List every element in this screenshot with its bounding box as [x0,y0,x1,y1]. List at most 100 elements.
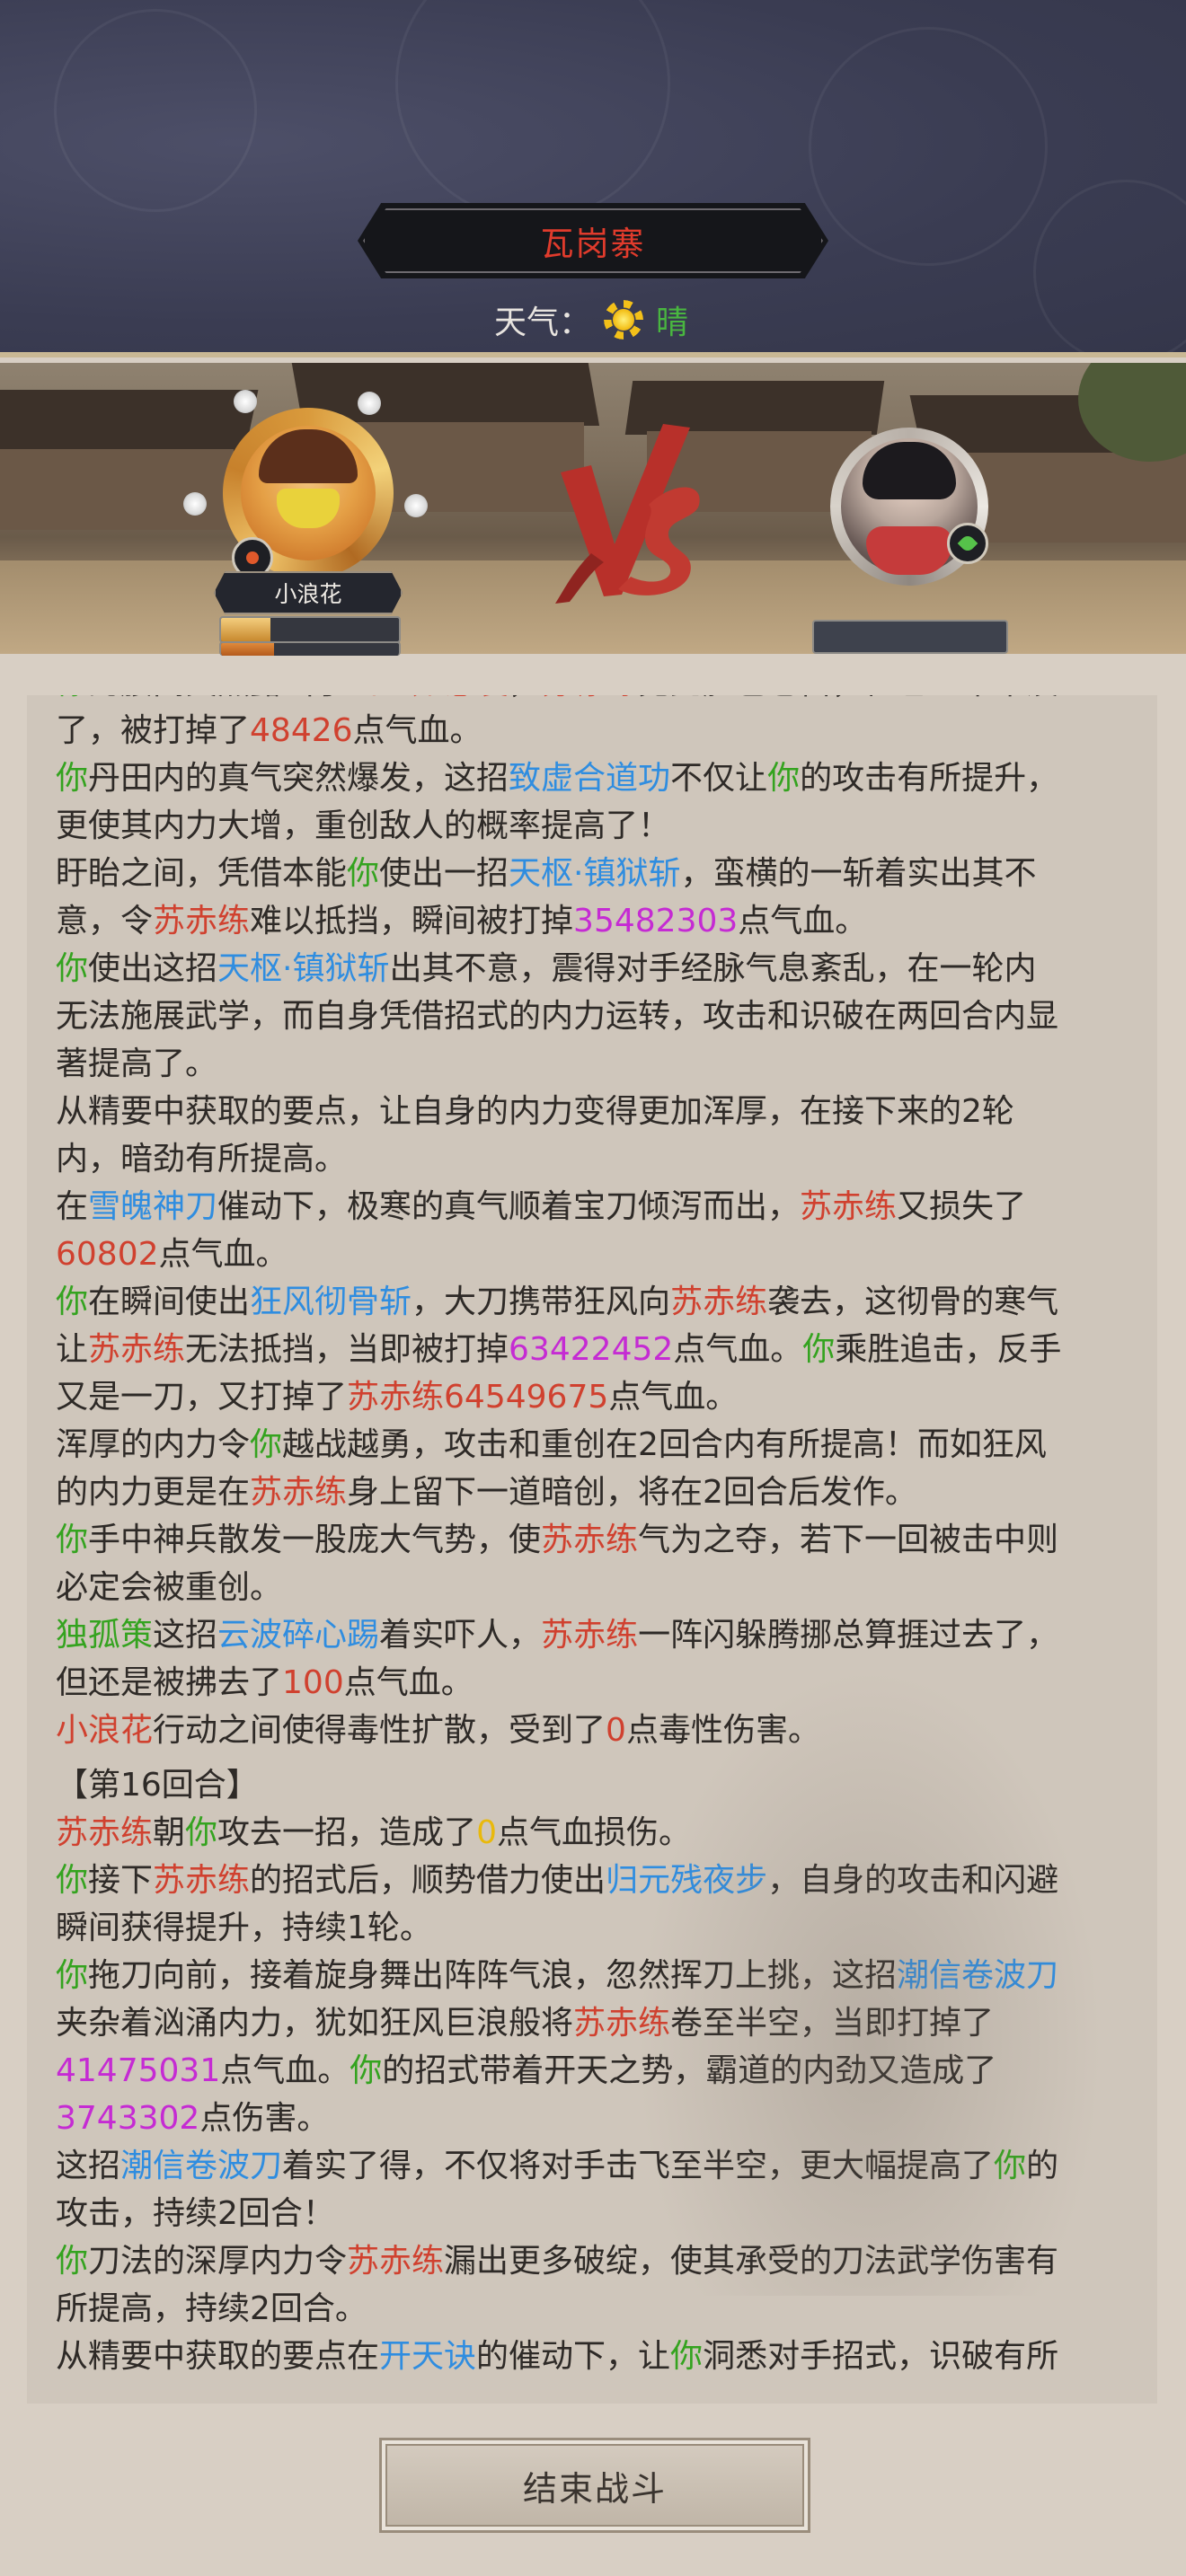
header-divider [0,352,1186,357]
log-segment: 苏赤练 [541,1522,639,1558]
log-segment: 苏赤练 [670,1284,768,1320]
log-segment: 著提高了。 [56,1045,218,1082]
log-segment: 点气血。 [343,1664,474,1701]
log-segment: 你 [56,1522,89,1558]
log-segment: 一阵闪躲腾挪总算捱过去了， [638,1617,1059,1654]
log-segment: 在 [56,1188,89,1225]
log-segment: 点气血。 [608,1379,739,1416]
log-line: 无法施展武学，而自身凭借招式的内力运转，攻击和识破在两回合内显 [56,992,1132,1040]
log-segment: ， [509,695,541,701]
log-segment: 朝 [153,1814,186,1851]
log-line: 内，暗劲有所提高。 [56,1135,1132,1183]
log-segment: 接下 [88,1862,154,1899]
log-segment: 雪魄神刀 [88,1188,218,1225]
player-mp-fill [221,643,275,656]
log-segment: 盱眙之间，凭借本能 [56,855,348,892]
log-line: 瞬间获得提升，持续1轮。 [56,1904,1132,1952]
battle-log-panel[interactable]: 你的腰间突然露出了飞蝗如意囊，苏赤练见此脸色苍白，但已经来不及了，被打掉了484… [27,695,1157,2404]
log-segment: 难以抵挡，瞬间被打掉 [250,903,574,940]
log-segment: 飞蝗如意囊 [347,695,509,701]
log-segment: 35482303 [573,903,739,940]
log-segment: 浑厚的内力令 [56,1426,251,1463]
log-line: 夹杂着汹涌内力，犹如狂风巨浪般将苏赤练卷至半空，当即打掉了 [56,1999,1132,2047]
log-line: 又是一刀，又打掉了苏赤练64549675点气血。 [56,1373,1132,1421]
log-segment: 你 [56,1862,89,1899]
log-segment: 狂风彻骨斩 [250,1284,412,1320]
vs-icon [555,424,700,604]
log-segment: 着实了得，不仅将对手击飞至半空，更大幅提高了 [282,2148,995,2184]
log-segment: 攻击，持续2回合！ [56,2195,335,2232]
log-segment: 必定会被重创。 [56,1569,283,1606]
log-segment: 更使其内力大增，重创敌人的概率提高了！ [56,807,671,844]
log-segment: 0 [606,1712,626,1749]
log-line: 60802点气血。 [56,1231,1132,1278]
log-segment: 不仅让 [670,760,768,797]
log-line: 苏赤练朝你攻去一招，造成了0点气血损伤。 [56,1809,1132,1857]
log-segment: 你 [347,855,380,892]
buff-orb-icon [404,494,428,517]
log-segment: ，蛮横的一斩着实出其不 [680,855,1037,892]
log-line: 你的腰间突然露出了飞蝗如意囊，苏赤练见此脸色苍白，但已经来不及 [56,695,1132,707]
log-line: 了，被打掉了48426点气血。 [56,707,1132,754]
log-segment: 点气血。 [738,903,868,940]
log-segment: 苏赤练 [541,695,638,701]
log-segment: 瞬间获得提升，持续1轮。 [56,1910,432,1946]
log-segment: 又是一刀，又打掉了 [56,1379,348,1416]
log-line: 你使出这招天枢·镇狱斩出其不意，震得对手经脉气息紊乱，在一轮内 [56,945,1132,992]
end-battle-label: 结束战斗 [522,2468,667,2509]
log-segment: 你 [56,2243,89,2280]
log-segment: 苏赤练 [56,1814,154,1851]
log-line: 小浪花行动之间使得毒性扩散，受到了0点毒性伤害。 [56,1707,1132,1754]
decor-swirl [1033,180,1186,357]
log-line: 独孤策这招云波碎心踢着实吓人，苏赤练一阵闪躲腾挪总算捱过去了， [56,1611,1132,1659]
log-segment: 【第16回合】 [56,1767,259,1804]
decor-swirl [809,27,1048,266]
log-segment: 苏赤练 [88,1331,186,1368]
log-segment: 丹田内的真气突然爆发，这招 [88,760,509,797]
log-segment: 所提高，持续2回合。 [56,2290,367,2327]
log-segment: 点伤害。 [199,2100,330,2137]
end-battle-button[interactable]: 结束战斗 [379,2438,810,2533]
log-segment: 苏赤练 [250,1474,348,1511]
enemy-hp-bar [812,620,1008,654]
log-line: 你丹田内的真气突然爆发，这招致虚合道功不仅让你的攻击有所提升， [56,754,1132,802]
log-line: 让苏赤练无法抵挡，当即被打掉63422452点气血。你乘胜追击，反手 [56,1326,1132,1373]
decor-swirl [395,0,670,221]
log-segment: 拖刀向前，接着旋身舞出阵阵气浪，忽然挥刀上挑，这招 [88,1957,898,1994]
player-name: 小浪花 [274,581,342,607]
log-line: 3743302点伤害。 [56,2095,1132,2142]
log-segment: 的招式带着开天之势，霸道的内劲又造成了 [382,2052,997,2089]
log-segment: 41475031 [56,2052,221,2089]
log-segment: 从精要中获取的要点在 [56,2338,380,2375]
log-segment: 苏赤练 [573,2005,671,2042]
enemy-avatar[interactable] [830,428,992,589]
log-segment: 60802 [56,1236,159,1273]
log-segment: 的攻击有所提升， [800,760,1059,797]
battle-log-list: 你的腰间突然露出了飞蝗如意囊，苏赤练见此脸色苍白，但已经来不及了，被打掉了484… [56,695,1132,2380]
player-avatar[interactable] [183,390,428,582]
log-segment: 天枢·镇狱斩 [509,855,681,892]
log-segment: 这招 [56,2148,121,2184]
log-segment: 的招式后，顺势借力使出 [250,1862,606,1899]
player-name-plate: 小浪花 [214,571,403,614]
log-segment: 天枢·镇狱斩 [217,950,390,987]
log-segment: 你 [250,1426,283,1463]
log-segment: 苏赤练 [800,1188,898,1225]
sun-icon [604,300,644,340]
log-segment: 又损失了 [897,1188,1027,1225]
log-segment: 点气血。 [673,1331,803,1368]
log-segment: 出其不意，震得对手经脉气息紊乱，在一轮内 [389,950,1037,987]
log-segment: 意，令 [56,903,154,940]
weather-value: 晴 [656,304,689,341]
log-segment: 的内力更是在 [56,1474,251,1511]
log-segment: 的 [1026,2148,1059,2184]
log-segment: 云波碎心踢 [217,1617,380,1654]
buff-orb-icon [183,492,207,516]
log-segment: 卷至半空，当即打掉了 [670,2005,995,2042]
log-line: 你接下苏赤练的招式后，顺势借力使出归元残夜步，自身的攻击和闪避 [56,1857,1132,1904]
log-segment: 点气血损伤。 [496,1814,691,1851]
log-segment: 手中神兵散发一股庞大气势，使 [88,1522,542,1558]
log-segment: 洞悉对手招式，识破有所 [703,2338,1059,2375]
log-segment: 3743302 [56,2100,200,2137]
log-line: 必定会被重创。 [56,1564,1132,1611]
